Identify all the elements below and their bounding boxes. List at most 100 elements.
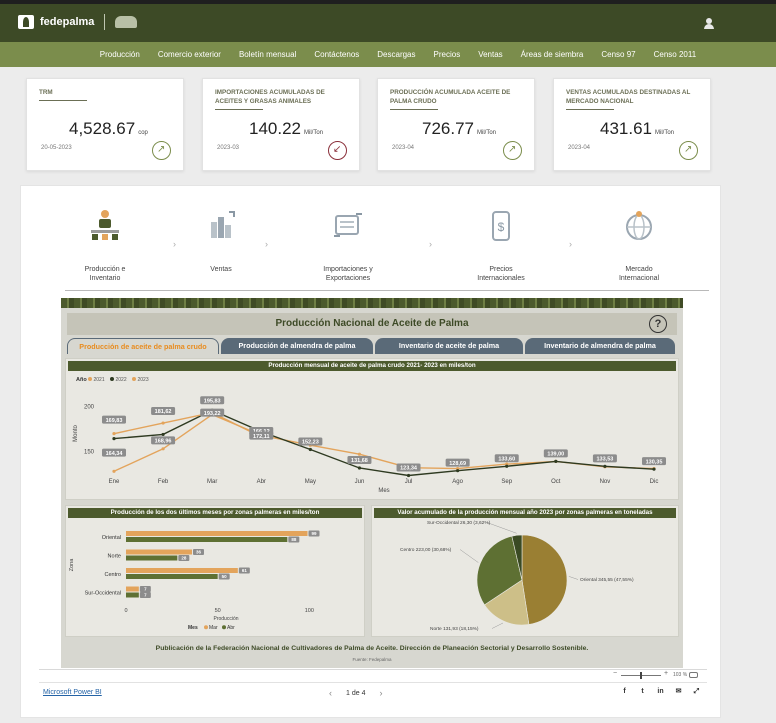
palm-logo-icon <box>18 15 34 29</box>
series-line-2023 <box>113 411 262 438</box>
data-label-text: 164,34 <box>106 451 124 457</box>
step-precios-internacionales[interactable]: $ Precios Internacionales <box>451 208 551 283</box>
x-tick-label: Dic <box>650 479 659 485</box>
data-label-text: 88 <box>291 537 297 542</box>
kpi-card-trm: TRM 4,528.67 cop 20-05-2023 <box>26 78 184 171</box>
bar-Abr <box>126 574 218 579</box>
data-label: 168,96 <box>151 436 176 445</box>
powerbi-link[interactable]: Microsoft Power BI <box>43 689 102 696</box>
data-label-text: 36 <box>196 550 202 555</box>
line-chart-panel: Producción mensual de aceite de palma cr… <box>65 358 679 500</box>
twitter-icon[interactable]: t <box>638 687 647 696</box>
data-point-2022 <box>308 447 312 452</box>
top-bar: fedepalma <box>0 0 776 42</box>
x-tick-label: 100 <box>305 608 314 614</box>
legend-label: 2023 <box>138 377 149 383</box>
legend-title: Año <box>76 377 87 383</box>
kpi-underline <box>215 109 263 110</box>
data-label-text: 168,96 <box>155 439 172 445</box>
bar-Abr <box>126 592 139 598</box>
data-label-text: 28 <box>181 556 187 561</box>
data-label-text: 172,11 <box>253 434 270 440</box>
nav-item-produccion[interactable]: Producción <box>100 50 140 59</box>
data-point-2022 <box>161 432 165 437</box>
page-navigator: ‹ 1 de 4 › <box>329 688 382 698</box>
data-label-text: 131,68 <box>351 458 368 464</box>
nav-item-boletin-mensual[interactable]: Boletín mensual <box>239 50 296 59</box>
nav-item-censo-2011[interactable]: Censo 2011 <box>654 50 697 59</box>
legend-label: 2021 <box>94 377 105 383</box>
data-point-2022 <box>112 436 116 441</box>
trend-down-icon[interactable] <box>328 141 347 160</box>
step-mercado-internacional[interactable]: Mercado Internacional <box>589 208 689 283</box>
kpi-card-importaciones: IMPORTACIONES ACUMULADAS DE ACEITES Y GR… <box>202 78 360 171</box>
step-importaciones-exportaciones[interactable]: Importaciones y Exportaciones <box>298 208 398 283</box>
chart-title: Producción mensual de aceite de palma cr… <box>68 361 676 371</box>
data-label-text: 133,60 <box>498 456 515 462</box>
linkedin-icon[interactable]: in <box>656 687 665 696</box>
tab-inventario-almendra[interactable]: Inventario de almendra de palma <box>525 338 675 354</box>
data-point-2022 <box>505 464 509 468</box>
user-icon[interactable] <box>704 18 714 30</box>
legend-label: 2022 <box>116 377 127 383</box>
nav-item-descargas[interactable]: Descargas <box>377 50 415 59</box>
kpi-date: 2023-03 <box>217 145 240 151</box>
chevron-right-icon: › <box>569 239 572 249</box>
kpi-value: 4,528.67 cop <box>69 119 148 138</box>
line-chart[interactable]: Año 2021 2022 2023 Monto 150 200 Ene Feb Mar Abr Ma… <box>66 371 678 499</box>
legend-title: Mes <box>188 625 198 631</box>
report-title: Producción Nacional de Aceite de Palma ? <box>67 313 677 335</box>
data-label: 139,00 <box>543 449 568 458</box>
data-point-2022 <box>554 459 558 463</box>
facebook-icon[interactable]: f <box>620 687 629 696</box>
fit-to-page-icon[interactable] <box>689 672 698 678</box>
tab-inventario-aceite[interactable]: Inventario de aceite de palma <box>375 338 523 354</box>
tab-produccion-aceite[interactable]: Producción de aceite de palma crudo <box>67 338 219 354</box>
chart-title: Producción de los dos últimos meses por … <box>68 508 362 518</box>
share-buttons: f t in ✉ ⤢ <box>620 687 701 696</box>
tab-produccion-almendra[interactable]: Producción de almendra de palma <box>221 338 373 354</box>
data-label: 181,62 <box>151 407 176 415</box>
nav-item-ventas[interactable]: Ventas <box>478 50 502 59</box>
kpi-unit: Mil/Ton <box>304 130 324 136</box>
x-tick-label: 50 <box>215 608 221 614</box>
zoom-slider-handle[interactable] <box>640 672 642 679</box>
nav-item-censo-97[interactable]: Censo 97 <box>601 50 635 59</box>
brand-logo[interactable]: fedepalma <box>18 14 138 30</box>
trend-up-icon[interactable] <box>679 141 698 160</box>
series-line-2022 <box>113 409 655 477</box>
previous-page-icon[interactable]: ‹ <box>329 688 332 698</box>
next-page-icon[interactable]: › <box>379 688 382 698</box>
slice-label: Oriental 345,55 (47,55%) <box>580 577 634 583</box>
kpi-underline <box>39 100 87 101</box>
kpi-value: 726.77 Mil/Ton <box>422 119 497 138</box>
nav-item-precios[interactable]: Precios <box>434 50 461 59</box>
zoom-in-button[interactable]: + <box>664 670 668 677</box>
kpi-unit: cop <box>138 130 148 136</box>
nav-item-contactenos[interactable]: Contáctenos <box>314 50 359 59</box>
step-produccion-inventario[interactable]: Producción e Inventario <box>55 208 155 283</box>
nav-item-comercio-exterior[interactable]: Comercio exterior <box>158 50 221 59</box>
x-tick-label: Oct <box>551 479 561 485</box>
email-icon[interactable]: ✉ <box>674 687 683 696</box>
trend-up-icon[interactable] <box>503 141 522 160</box>
legend-label: Abr <box>227 625 235 631</box>
kpi-unit: Mil/Ton <box>477 130 497 136</box>
pie-chart[interactable]: Oriental 345,55 (47,55%) Norte 131,93 (18… <box>372 518 678 636</box>
fullscreen-icon[interactable]: ⤢ <box>692 687 701 696</box>
data-label-text: 139,00 <box>547 452 564 458</box>
zoom-out-button[interactable]: − <box>613 670 617 677</box>
data-label: 195,83 <box>200 396 225 404</box>
bar-chart-panel: Producción de los dos últimos meses por … <box>65 505 365 637</box>
report-container: Producción e Inventario › Ventas › Import… <box>20 185 721 718</box>
help-icon[interactable]: ? <box>649 315 667 333</box>
data-label-text: 133,53 <box>596 457 613 463</box>
data-label-text: 61 <box>242 568 248 573</box>
x-tick-label: May <box>305 479 316 485</box>
step-ventas[interactable]: Ventas <box>171 208 271 274</box>
nav-item-areas-de-siembra[interactable]: Áreas de siembra <box>521 50 584 59</box>
y-tick-label: 200 <box>84 405 95 411</box>
bar-chart[interactable]: Zona Oriental 99 88 Norte 36 28 Centro 61 50 Sur-O… <box>66 518 364 636</box>
trend-up-icon[interactable] <box>152 141 171 160</box>
main-nav: Producción Comercio exterior Boletín men… <box>0 42 776 67</box>
